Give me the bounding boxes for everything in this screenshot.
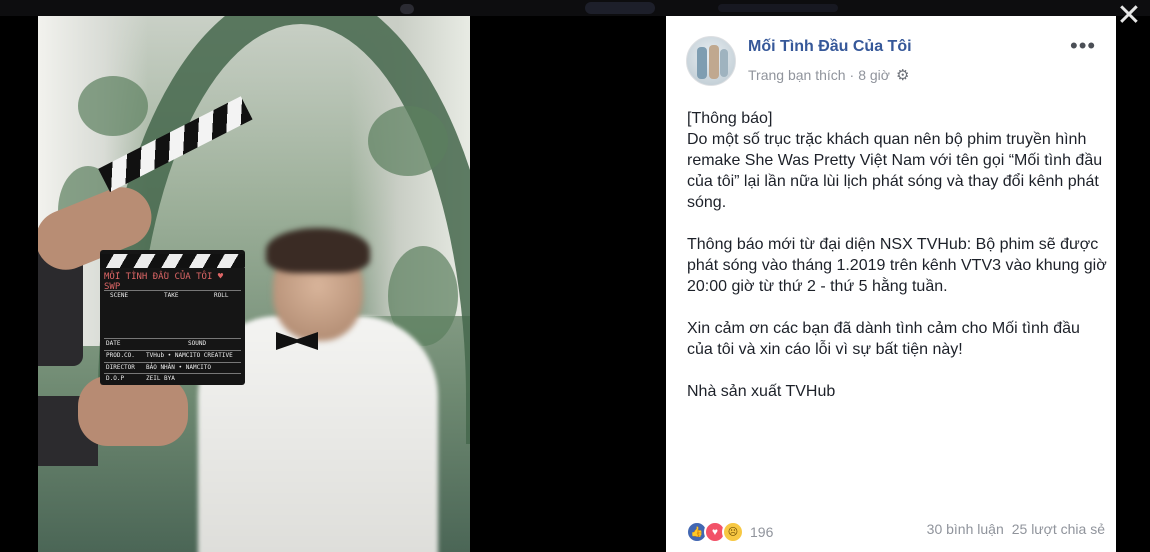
clapper-scene-label: SCENE [110,292,129,299]
clapper-roll-label: ROLL [214,292,229,299]
sad-icon: ☹ [722,521,744,543]
avatar-figure [720,49,728,77]
post-paragraph: Thông báo mới từ đại diện NSX TVHub: Bộ … [687,236,1107,295]
clapperboard: MỐI TÌNH ĐẦU CỦA TÔI ♥ SWP SCENE TAKE RO… [100,250,245,385]
dimmed-profile-link [585,2,655,14]
post-photo[interactable]: MỐI TÌNH ĐẦU CỦA TÔI ♥ SWP SCENE TAKE RO… [38,16,470,552]
clapper-take-label: TAKE [164,292,179,299]
liked-page-label: Trang bạn thích [748,67,846,83]
clapper-stripe [100,254,245,268]
groom-hair [266,228,370,273]
comments-link[interactable]: 30 bình luận [927,521,1004,537]
clapper-prod-label: PROD.CO. [106,352,135,359]
post-footer: 👍 ♥ ☹ 196 30 bình luận 25 lượt chia sẻ [686,521,1105,543]
dimmed-notification-icon [400,4,414,14]
clapper-dop-value: ZEIL BYA [146,375,175,382]
clapper-prod-value: TVHub • NAMCITO CREATIVE [146,352,233,359]
post-paragraph: Nhà sản xuất TVHub [687,383,836,400]
clapper-row-date: DATE SOUND [104,338,241,349]
post-time-link[interactable]: 8 giờ [858,67,890,83]
shares-link[interactable]: 25 lượt chia sẻ [1012,521,1105,537]
post-paragraph: Xin cảm ơn các bạn đã dành tình cảm cho … [687,320,1080,358]
post-paragraph: [Thông báo] Do một số trục trặc khách qu… [687,110,1103,211]
clapper-row-director: DIRECTOR BẢO NHÂN • NAMCITO [104,362,241,373]
engagement-stats: 30 bình luận 25 lượt chia sẻ [927,521,1105,537]
leaf-cluster [78,76,148,136]
avatar-figure [697,47,707,79]
reaction-count: 196 [750,524,774,540]
post-panel: Mối Tình Đầu Của Tôi Trang bạn thích · 8… [666,16,1116,552]
more-options-icon[interactable]: ••• [1070,35,1096,57]
clapper-sound-label: SOUND [188,340,207,347]
page-name-link[interactable]: Mối Tình Đầu Của Tôi [748,38,912,56]
clapper-row-scene: SCENE TAKE ROLL [104,290,241,325]
avatar-figure [709,45,719,79]
gear-icon[interactable]: ⚙ [896,66,909,84]
clapper-dop-label: D.O.P [106,375,125,382]
meta-separator: · [849,67,855,83]
reactions-summary[interactable]: 👍 ♥ ☹ 196 [686,521,773,543]
post-text: [Thông báo] Do một số trục trặc khách qu… [687,108,1107,402]
page-avatar[interactable] [686,36,736,86]
clapper-date-label: DATE [106,340,121,347]
clapper-title: MỐI TÌNH ĐẦU CỦA TÔI ♥ SWP [104,272,224,292]
leaf-cluster [368,106,448,176]
post-meta: Trang bạn thích · 8 giờ ⚙ [748,66,909,84]
clapper-director-label: DIRECTOR [106,364,135,371]
clapper-director-value: BẢO NHÂN • NAMCITO [146,364,212,371]
top-bar-dimmed [0,0,1150,16]
clapper-row-dop: D.O.P ZEIL BYA [104,373,241,384]
assistant-lower-hand [78,376,188,446]
clapper-row-prod: PROD.CO. TVHub • NAMCITO CREATIVE [104,350,241,361]
dimmed-nav-link [718,4,838,12]
close-icon[interactable]: ✕ [1112,1,1146,32]
